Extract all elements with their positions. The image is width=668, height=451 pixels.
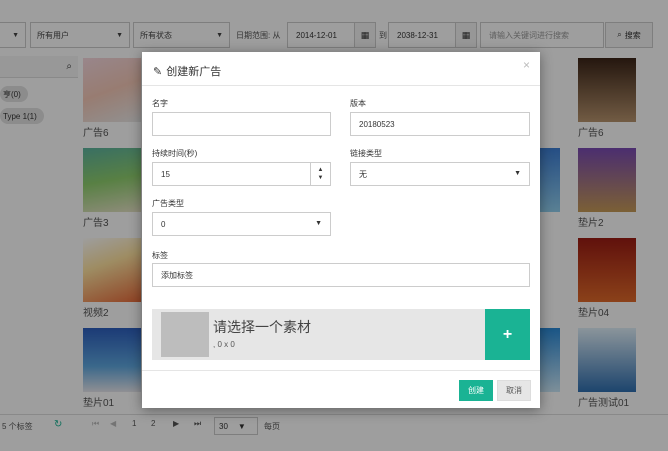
duration-label: 持续时间(秒) bbox=[152, 149, 198, 158]
create-ad-dialog: ✎ 创建新广告 × 名字 版本 20180523 持续时间(秒) 15 ▲ ▼ 链… bbox=[142, 52, 540, 408]
dialog-title-text: 创建新广告 bbox=[166, 66, 222, 78]
link-type-value: 无 bbox=[359, 169, 367, 179]
asset-preview bbox=[161, 312, 209, 357]
create-button[interactable]: 创建 bbox=[459, 380, 493, 401]
close-icon[interactable]: × bbox=[523, 58, 530, 72]
asset-dimensions: , 0 x 0 bbox=[213, 340, 235, 349]
asset-picker: 请选择一个素材 , 0 x 0 + bbox=[152, 309, 530, 360]
dialog-header: ✎ 创建新广告 × bbox=[142, 52, 540, 86]
ad-type-select[interactable]: 0 ▼ bbox=[152, 212, 331, 236]
decrement-icon[interactable]: ▼ bbox=[318, 174, 324, 182]
name-label: 名字 bbox=[152, 99, 168, 108]
chevron-down-icon: ▼ bbox=[315, 220, 322, 227]
version-label: 版本 bbox=[350, 99, 366, 108]
duration-stepper[interactable]: 15 ▲ ▼ bbox=[152, 162, 331, 186]
name-input[interactable] bbox=[152, 112, 331, 136]
version-input[interactable]: 20180523 bbox=[350, 112, 530, 136]
ad-type-label: 广告类型 bbox=[152, 199, 184, 208]
cancel-button[interactable]: 取消 bbox=[497, 380, 531, 401]
plus-icon: + bbox=[502, 325, 513, 343]
asset-title: 请选择一个素材 bbox=[213, 319, 311, 335]
tags-label: 标签 bbox=[152, 251, 168, 260]
link-type-label: 链接类型 bbox=[350, 149, 382, 158]
edit-icon: ✎ bbox=[153, 65, 163, 78]
stepper-arrows[interactable]: ▲ ▼ bbox=[310, 163, 330, 185]
ad-type-value: 0 bbox=[161, 219, 166, 229]
link-type-select[interactable]: 无 ▼ bbox=[350, 162, 530, 186]
tags-input[interactable]: 添加标签 bbox=[152, 263, 530, 287]
add-asset-button[interactable]: + bbox=[485, 309, 530, 360]
duration-value: 15 bbox=[161, 169, 170, 179]
dialog-title: ✎ 创建新广告 bbox=[153, 63, 221, 79]
chevron-down-icon: ▼ bbox=[514, 170, 521, 177]
dialog-footer: 创建 取消 bbox=[142, 370, 540, 408]
increment-icon[interactable]: ▲ bbox=[318, 166, 324, 174]
